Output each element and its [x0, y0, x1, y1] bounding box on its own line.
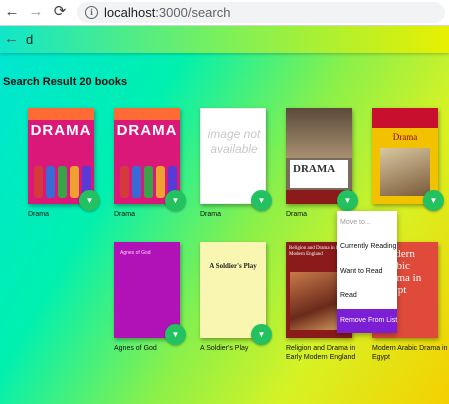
app-viewport: ← Search Result 20 books DRAMA Drama ▼ D… — [0, 26, 449, 404]
book-title: Agnes of God — [114, 345, 157, 352]
address-bar[interactable]: i localhost:3000/search — [77, 2, 445, 23]
cover-figure — [46, 166, 55, 198]
cover-figure — [34, 166, 43, 198]
search-bar: ← — [0, 26, 449, 53]
book-cover[interactable]: Drama — [372, 108, 438, 204]
book-title: Modern Arabic Drama in Egypt — [372, 345, 448, 361]
book-title: Religion and Drama in Early Modern Engla… — [286, 345, 356, 361]
image-placeholder-text: image not available — [207, 127, 261, 156]
shelf-dropdown-menu: Move to... Currently Reading Want to Rea… — [337, 211, 397, 333]
browser-toolbar: ← → ⟳ i localhost:3000/search — [0, 0, 449, 26]
cover-title: DRAMA — [116, 122, 178, 139]
cover-banner — [28, 108, 94, 120]
book-cover[interactable]: DRAMA — [114, 108, 180, 204]
cover-title: Agnes of God — [120, 250, 151, 256]
cover-title: A Soldier's Play — [209, 262, 257, 270]
menu-item-want-to-read[interactable]: Want to Read — [337, 260, 397, 284]
reload-icon[interactable]: ⟳ — [51, 3, 69, 21]
url-path: :3000/search — [155, 5, 231, 20]
cover-figure — [58, 166, 67, 198]
shelf-menu-button[interactable]: ▼ — [165, 190, 186, 211]
info-icon[interactable]: i — [85, 6, 98, 19]
book-title: Drama — [28, 211, 50, 218]
cover-figure — [156, 166, 165, 198]
shelf-menu-button[interactable]: ▼ — [165, 324, 186, 345]
search-input[interactable] — [22, 29, 442, 49]
close-search-icon[interactable]: ← — [4, 30, 19, 48]
book-title: Drama — [200, 211, 222, 218]
cover-figure — [132, 166, 141, 198]
shelf-menu-button[interactable]: ▼ — [423, 190, 444, 211]
back-arrow-icon[interactable]: ← — [3, 3, 21, 21]
menu-item-remove-from-list[interactable]: Remove From List — [337, 308, 397, 333]
shelf-menu-button[interactable]: ▼ — [79, 190, 100, 211]
cover-figure — [144, 166, 153, 198]
book-cover[interactable]: Agnes of God — [114, 242, 180, 338]
cover-banner — [114, 108, 180, 120]
shelf-menu-button[interactable]: ▼ — [337, 190, 358, 211]
menu-item-read[interactable]: Read — [337, 284, 397, 308]
cover-figure — [120, 166, 129, 198]
book-title: A Soldier's Play — [200, 345, 249, 352]
book-cover[interactable]: image not available — [200, 108, 266, 204]
cover-figure — [70, 166, 79, 198]
book-cover[interactable]: DRAMA — [28, 108, 94, 204]
cover-title: Drama — [392, 132, 418, 142]
book-title: Drama — [114, 211, 136, 218]
shelf-menu-button[interactable]: ▼ — [251, 190, 272, 211]
menu-item-currently-reading[interactable]: Currently Reading — [337, 235, 397, 259]
menu-item-move-to: Move to... — [340, 219, 371, 226]
cover-title: DRAMA — [30, 122, 92, 139]
shelf-menu-button[interactable]: ▼ — [251, 324, 272, 345]
cover-photo — [286, 108, 352, 158]
book-cover[interactable]: DRAMA — [286, 108, 352, 204]
cover-label: DRAMA — [290, 160, 348, 188]
cover-band — [372, 108, 438, 128]
forward-arrow-icon[interactable]: → — [27, 3, 45, 21]
book-cover[interactable]: A Soldier's Play — [200, 242, 266, 338]
url-text[interactable]: localhost:3000/search — [104, 5, 230, 20]
cover-photo — [380, 148, 430, 196]
results-title: Search Result 20 books — [3, 76, 128, 88]
url-host: localhost — [104, 5, 156, 20]
cover-title: DRAMA — [293, 163, 336, 175]
